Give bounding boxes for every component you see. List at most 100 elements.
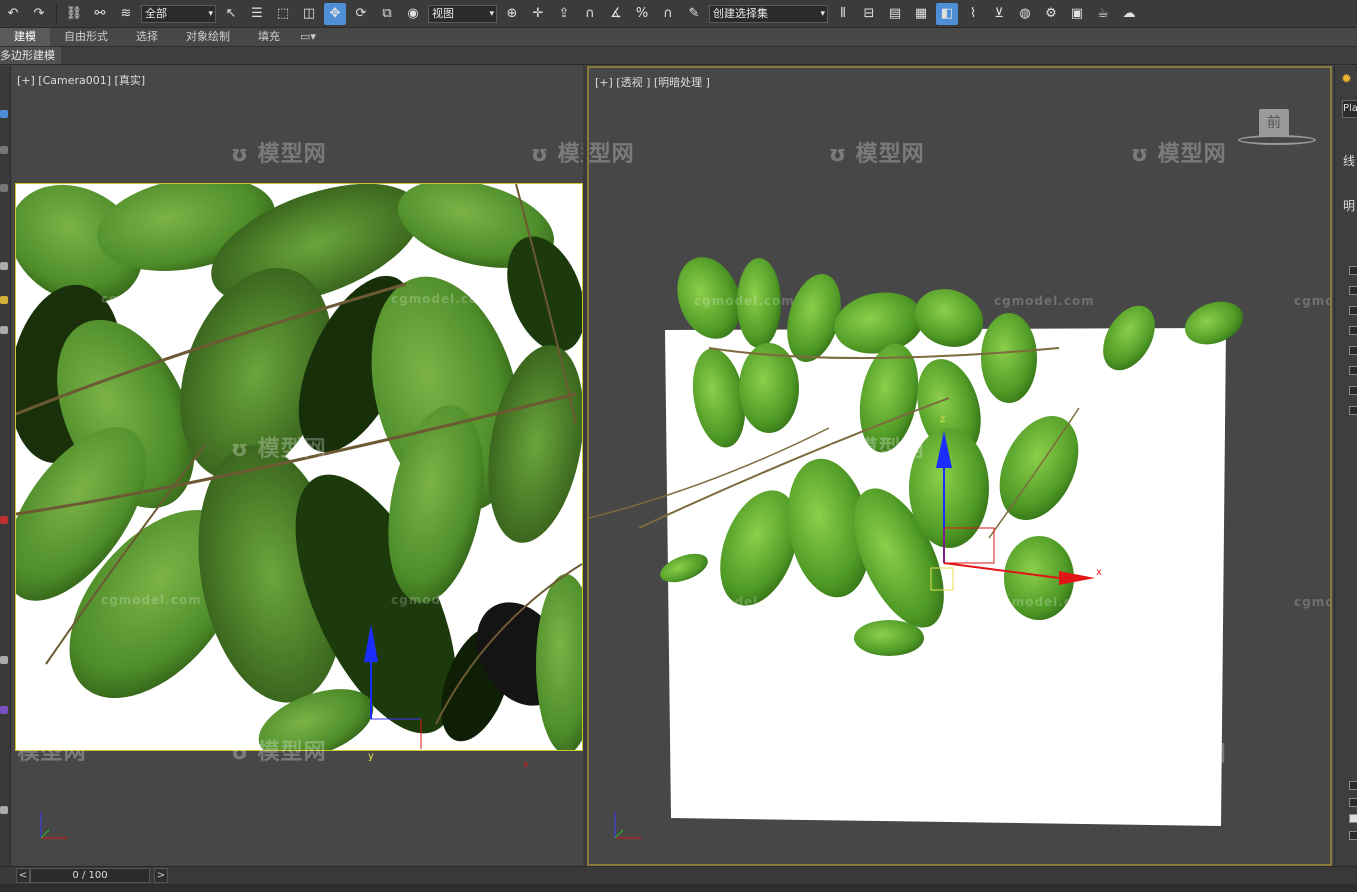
schematic-view-icon[interactable]: ⊻ — [988, 3, 1010, 25]
strip-tool-icon[interactable] — [0, 806, 8, 814]
percent-snap-icon[interactable]: % — [631, 3, 653, 25]
undo-icon[interactable]: ↶ — [2, 3, 24, 25]
redo-icon[interactable]: ↷ — [28, 3, 50, 25]
sun-light-icon[interactable]: ✹ — [1341, 72, 1352, 87]
reference-coordinate-dropdown[interactable]: 视图 — [428, 4, 497, 23]
watermark-logo: ʊ 模型网 — [231, 437, 327, 462]
tab-freeform[interactable]: 自由形式 — [50, 28, 122, 46]
option-checkbox[interactable] — [1349, 366, 1357, 375]
option-checkbox[interactable] — [1349, 306, 1357, 315]
time-slider-frame-display[interactable]: 0 / 100 — [30, 868, 150, 883]
watermark-logo: ʊ 模型网 — [531, 142, 583, 167]
viewcube-front-face[interactable]: 前 — [1259, 109, 1289, 137]
toggle-ribbon-icon[interactable]: ◧ — [936, 2, 958, 25]
selection-filter-dropdown[interactable]: 全部 — [141, 4, 216, 23]
rollout-label: 明 — [1343, 199, 1356, 213]
strip-tool-icon[interactable] — [0, 262, 8, 270]
watermark-url: cgmodel.com — [101, 292, 202, 306]
select-by-name-icon[interactable]: ☰ — [246, 3, 268, 25]
option-checkbox-checked[interactable] — [1349, 814, 1357, 823]
placement-icon[interactable]: ◉ — [402, 3, 424, 25]
strip-tool-icon[interactable] — [0, 110, 8, 118]
option-checkbox[interactable] — [1349, 781, 1357, 790]
option-checkbox[interactable] — [1349, 831, 1357, 840]
angle-snap-icon[interactable]: ∡ — [605, 3, 627, 25]
prev-frame-button[interactable]: < — [16, 868, 30, 883]
option-checkbox[interactable] — [1349, 346, 1357, 355]
foliage-group — [16, 184, 582, 750]
option-checkbox[interactable] — [1349, 798, 1357, 807]
rendered-frame-window-icon[interactable]: ▣ — [1066, 3, 1088, 25]
gizmo-x-label: x — [523, 760, 529, 770]
keyboard-shortcut-override-icon[interactable]: ⇪ — [553, 3, 575, 25]
option-checkbox[interactable] — [1349, 386, 1357, 395]
material-editor-icon[interactable]: ◍ — [1014, 3, 1036, 25]
rectangle-selection-icon[interactable]: ⬚ — [272, 3, 294, 25]
watermark-logo: ʊ 模型网 — [231, 142, 327, 167]
command-panel: ✹ Pla 线 明 — [1334, 66, 1357, 866]
select-object-icon[interactable]: ↖ — [220, 3, 242, 25]
unlink-icon[interactable]: ⚯ — [89, 3, 111, 25]
strip-tool-icon[interactable] — [0, 296, 8, 304]
bind-space-warp-icon[interactable]: ≋ — [115, 3, 137, 25]
render-production-icon[interactable]: ☕ — [1092, 3, 1114, 25]
world-axis-tripod-icon — [40, 812, 67, 839]
select-rotate-icon[interactable]: ⟳ — [350, 3, 372, 25]
link-icon[interactable]: ⛓ — [63, 3, 85, 25]
strip-tool-icon[interactable] — [0, 326, 8, 334]
track-bar[interactable] — [0, 884, 1357, 892]
object-name-field[interactable]: Pla — [1342, 100, 1357, 118]
watermark-url: cgmodel.com — [694, 294, 795, 308]
strip-tool-icon[interactable] — [0, 146, 8, 154]
pivot-center-icon[interactable]: ⊕ — [501, 3, 523, 25]
watermark-url: cgmodel.com — [994, 595, 1095, 609]
next-frame-button[interactable]: > — [154, 868, 168, 883]
snap-toggle-icon[interactable]: ∩ — [579, 3, 601, 25]
camera-render-canvas — [15, 183, 583, 751]
render-setup-icon[interactable]: ⚙ — [1040, 3, 1062, 25]
tab-modeling[interactable]: 建模 — [0, 28, 50, 46]
spinner-snap-icon[interactable]: ∩ — [657, 3, 679, 25]
ribbon-options-icon[interactable]: ▭▾ — [294, 28, 322, 46]
watermark-url: cgmodel.com — [1294, 294, 1330, 308]
window-crossing-icon[interactable]: ◫ — [298, 3, 320, 25]
watermark-logo: ʊ 模型网 — [1131, 142, 1227, 167]
option-checkbox[interactable] — [1349, 286, 1357, 295]
watermark-logo: ʊ 模型网 — [829, 437, 925, 462]
select-manipulate-icon[interactable]: ✛ — [527, 3, 549, 25]
strip-tool-icon[interactable] — [0, 184, 8, 192]
option-checkbox[interactable] — [1349, 326, 1357, 335]
named-selection-dropdown[interactable]: 创建选择集 — [709, 4, 828, 23]
strip-tool-icon[interactable] — [0, 706, 8, 714]
render-iterative-icon[interactable]: ☁ — [1118, 3, 1140, 25]
edit-named-selection-icon[interactable]: ✎ — [683, 3, 705, 25]
layer-explorer-icon[interactable]: ▤ — [884, 3, 906, 25]
watermark-url: cgmodel.com — [994, 294, 1095, 308]
camera-viewport[interactable]: [+] [Camera001] [真实] y x ʊ 模型网 ʊ 模 ʊ 模型网… — [11, 66, 583, 866]
tab-populate[interactable]: 填充 — [244, 28, 294, 46]
watermark-logo: ʊ 模型网 — [1131, 742, 1227, 767]
ribbon-panel-bar: 多边形建模 — [0, 47, 1357, 65]
mirror-icon[interactable]: ⫴ — [832, 3, 854, 25]
time-slider[interactable]: < 0 / 100 > — [0, 866, 1357, 885]
strip-tool-icon[interactable] — [0, 656, 8, 664]
curve-editor-icon[interactable]: ⌇ — [962, 3, 984, 25]
main-toolbar: ↶ ↷ ⛓ ⚯ ≋ 全部 ↖ ☰ ⬚ ◫ ✥ ⟳ ⧉ ◉ 视图 ⊕ ✛ ⇪ ∩ … — [0, 0, 1357, 28]
camera-viewport-label[interactable]: [+] [Camera001] [真实] — [17, 72, 145, 88]
watermark-url: cgmodel.com — [101, 593, 202, 607]
perspective-viewport[interactable]: [+] [透视 ] [明暗处理 ] z x ʊ 模型网 ʊ 模型网 型网 ʊ 模… — [587, 66, 1332, 866]
option-checkbox[interactable] — [1349, 266, 1357, 275]
watermark-logo: ʊ 模型网 — [1131, 437, 1227, 462]
watermark-logo: ʊ 模型网 — [17, 740, 87, 765]
polygon-modeling-panel[interactable]: 多边形建模 — [0, 47, 61, 64]
option-checkbox[interactable] — [1349, 406, 1357, 415]
ribbon-tabs: 建模 自由形式 选择 对象绘制 填充 ▭▾ — [0, 28, 1357, 47]
tab-object-paint[interactable]: 对象绘制 — [172, 28, 244, 46]
align-icon[interactable]: ⊟ — [858, 3, 880, 25]
select-scale-icon[interactable]: ⧉ — [376, 3, 398, 25]
watermark-logo: ʊ 模型网 — [829, 142, 925, 167]
tab-selection[interactable]: 选择 — [122, 28, 172, 46]
select-move-icon[interactable]: ✥ — [324, 2, 346, 25]
toggle-scene-explorer-icon[interactable]: ▦ — [910, 3, 932, 25]
strip-tool-icon[interactable] — [0, 516, 8, 524]
